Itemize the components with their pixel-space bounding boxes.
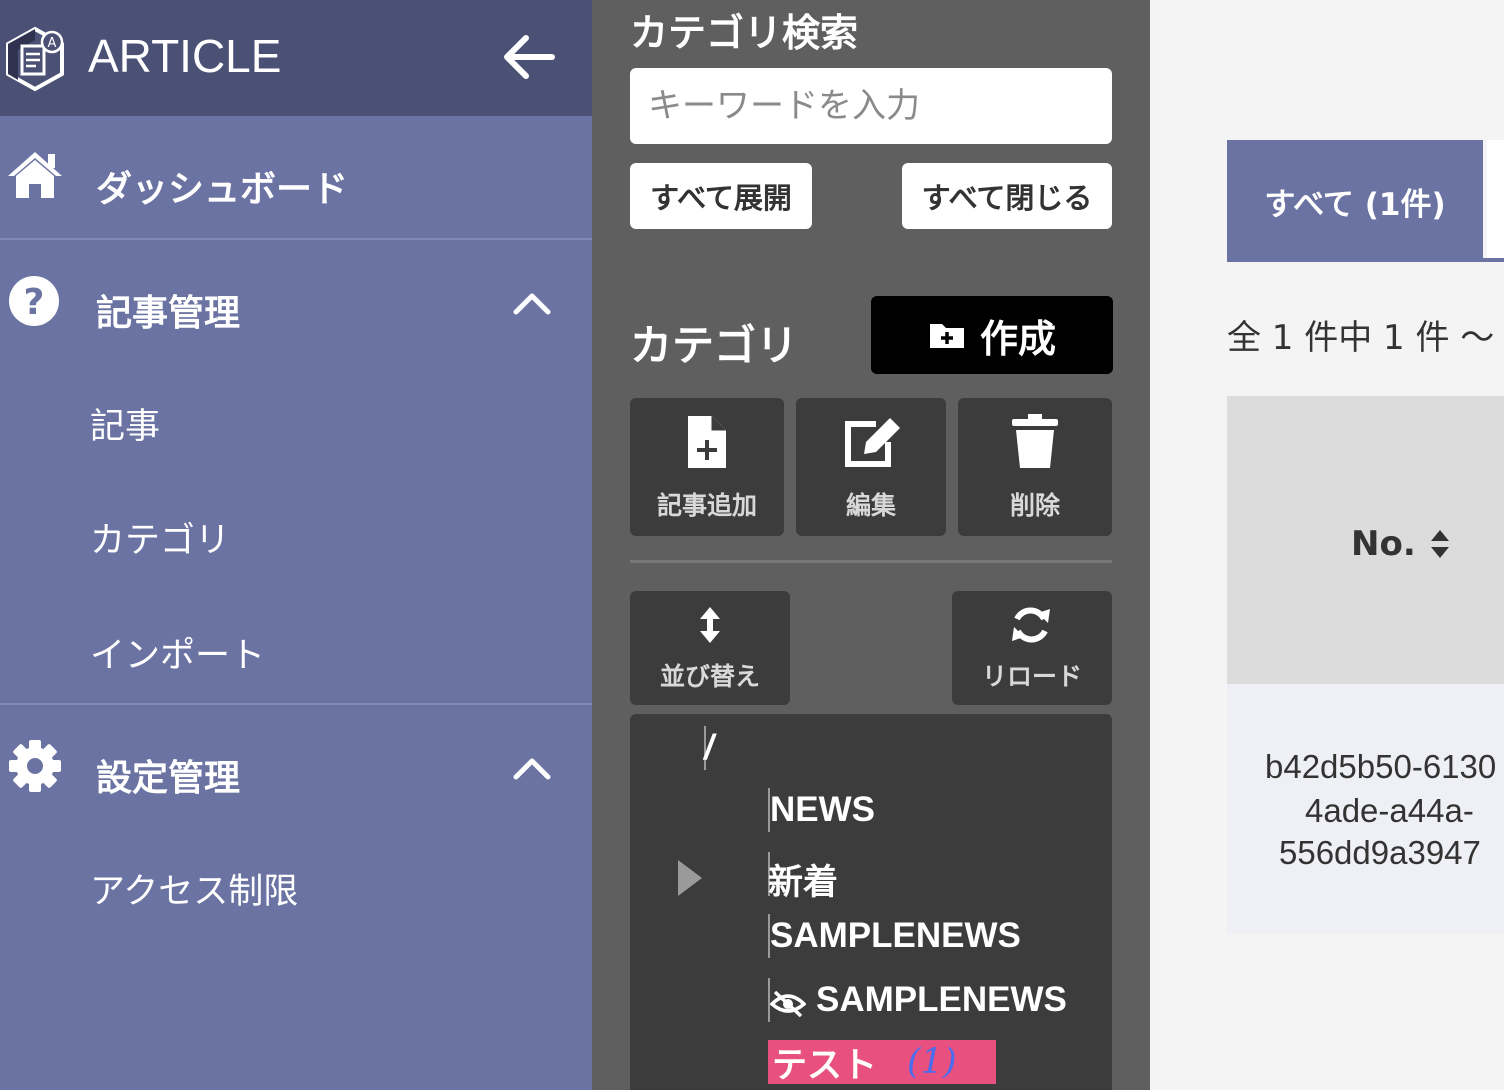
add-article-button[interactable]: 記事追加 xyxy=(630,398,784,536)
article-logo-icon: A xyxy=(6,26,64,92)
category-panel: カテゴリ検索 すべて展開 すべて閉じる カテゴリ 作成 記事追加 編集 xyxy=(592,0,1150,1090)
sidebar-header: A ARTICLE xyxy=(0,0,592,116)
create-category-button[interactable]: 作成 xyxy=(871,296,1113,374)
sort-button[interactable]: 並び替え xyxy=(630,591,790,705)
nav-settings-management[interactable]: 設定管理 xyxy=(0,705,592,827)
home-icon xyxy=(8,152,62,198)
table-header-no-label: No. xyxy=(1351,524,1416,564)
table-header-no: No. xyxy=(1227,396,1504,684)
svg-text:?: ? xyxy=(24,282,45,323)
eye-slash-icon xyxy=(770,990,806,1018)
sidebar-item-import[interactable]: インポート xyxy=(90,627,265,678)
category-search-title: カテゴリ検索 xyxy=(630,11,859,55)
caret-right-icon[interactable] xyxy=(674,858,704,898)
folder-plus-icon xyxy=(929,324,964,348)
tree-node-samplenews-hidden[interactable]: SAMPLENEWS xyxy=(816,980,1067,1020)
tab-all[interactable]: すべて (1件) xyxy=(1227,140,1483,262)
category-title: カテゴリ xyxy=(630,321,799,370)
tree-node-test-count: (1) xyxy=(907,1042,957,1082)
svg-text:A: A xyxy=(48,36,57,51)
nav-dashboard-label: ダッシュボード xyxy=(96,169,349,210)
nav-article-management-label: 記事管理 xyxy=(96,293,241,334)
tab-next[interactable] xyxy=(1483,140,1504,262)
row-id-line-1: b42d5b50-6130 xyxy=(1265,748,1497,785)
add-article-label: 記事追加 xyxy=(656,491,757,520)
collapse-all-button[interactable]: すべて閉じる xyxy=(902,163,1112,229)
sidebar-item-category[interactable]: カテゴリ xyxy=(90,512,230,563)
reload-icon xyxy=(1012,607,1050,643)
edit-category-button[interactable]: 編集 xyxy=(796,398,946,536)
sidebar-item-access-restriction[interactable]: アクセス制限 xyxy=(90,863,298,914)
table-row[interactable]: b42d5b50-6130 4ade-a44a- 556dd9a3947 xyxy=(1227,684,1504,934)
sort-arrows-icon xyxy=(700,607,720,643)
trash-icon xyxy=(1012,414,1058,468)
category-search-input[interactable] xyxy=(630,68,1112,144)
tree-node-root[interactable]: / xyxy=(704,728,714,768)
app-title: ARTICLE xyxy=(88,30,282,82)
tree-node-samplenews[interactable]: SAMPLENEWS xyxy=(770,916,1021,956)
result-count-text: 全 1 件中 1 件 ～ 1 xyxy=(1227,318,1504,358)
chevron-up-icon[interactable] xyxy=(510,753,554,783)
sort-icon xyxy=(1430,530,1449,558)
sidebar-item-article[interactable]: 記事 xyxy=(90,398,160,449)
row-id-line-3: 556dd9a3947 xyxy=(1279,834,1481,871)
reload-button[interactable]: リロード xyxy=(952,591,1112,705)
gear-icon xyxy=(9,740,61,792)
nav-settings-management-label: 設定管理 xyxy=(96,758,241,799)
question-circle-icon: ? xyxy=(9,276,59,326)
category-tree: / NEWS 新着 SAMPLENEWS SAMPLENEWS テスト (1) xyxy=(630,714,1112,1090)
main-content: すべて (1件) 全 1 件中 1 件 ～ 1 No. b42d5b50-613… xyxy=(1150,0,1504,1090)
tab-underline xyxy=(1227,258,1504,262)
tree-node-test-label: テスト xyxy=(772,1045,878,1086)
tree-node-test-selected[interactable]: テスト (1) xyxy=(768,1040,996,1086)
sort-by-no[interactable]: No. xyxy=(1351,524,1450,564)
edit-label: 編集 xyxy=(845,491,896,520)
reload-label: リロード xyxy=(981,662,1082,691)
expand-all-button[interactable]: すべて展開 xyxy=(630,163,812,229)
sidebar: A ARTICLE ダッシュボード ? 記事管理 記事 カテゴリ インポート 設… xyxy=(0,0,592,1090)
nav-dashboard[interactable]: ダッシュボード xyxy=(0,116,592,238)
collapse-sidebar-arrow-icon[interactable] xyxy=(496,26,562,88)
sort-label: 並び替え xyxy=(659,662,760,691)
tree-node-new-arrivals[interactable]: 新着 xyxy=(768,854,838,905)
delete-label: 削除 xyxy=(1009,491,1060,520)
nav-article-management[interactable]: ? 記事管理 xyxy=(0,240,592,362)
edit-icon xyxy=(845,418,900,467)
chevron-up-icon[interactable] xyxy=(510,288,554,318)
row-id-line-2: 4ade-a44a- xyxy=(1305,792,1474,829)
panel-divider xyxy=(630,560,1112,563)
tree-node-news[interactable]: NEWS xyxy=(770,790,875,830)
file-plus-icon xyxy=(688,416,726,468)
delete-category-button[interactable]: 削除 xyxy=(958,398,1112,536)
create-category-label: 作成 xyxy=(979,316,1056,361)
